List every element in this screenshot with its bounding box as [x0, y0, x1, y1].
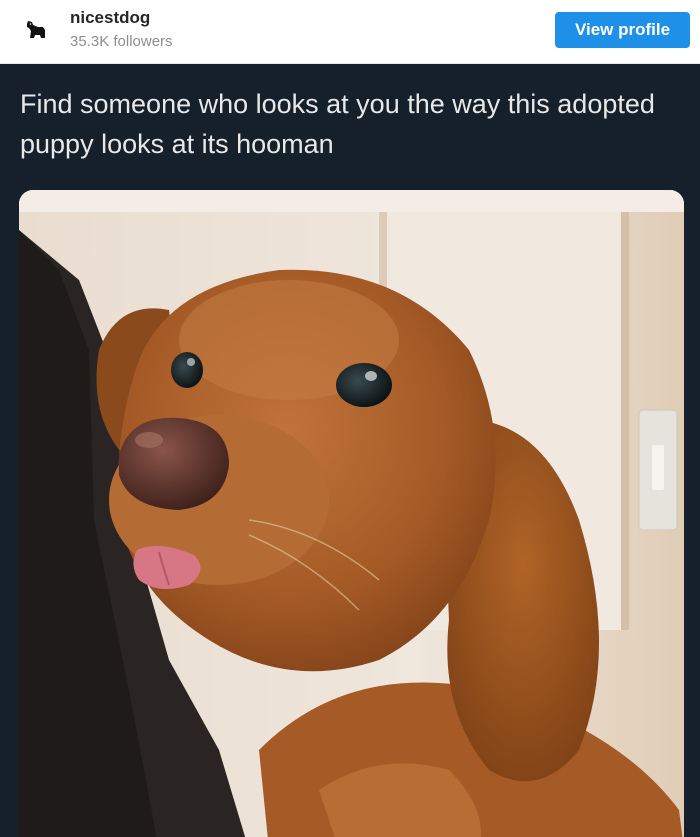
- profile-header: nicestdog 35.3K followers View profile: [0, 0, 700, 64]
- post-card: Find someone who looks at you the way th…: [0, 64, 700, 837]
- post-text: Find someone who looks at you the way th…: [20, 89, 655, 159]
- username[interactable]: nicestdog: [70, 8, 150, 28]
- puppy-photo-illustration: [19, 190, 684, 837]
- puppy-photo[interactable]: [19, 190, 684, 837]
- view-profile-button[interactable]: View profile: [555, 12, 690, 48]
- avatar[interactable]: [20, 14, 52, 46]
- follower-count: 35.3K followers: [70, 33, 173, 50]
- dog-silhouette-icon: [27, 21, 45, 38]
